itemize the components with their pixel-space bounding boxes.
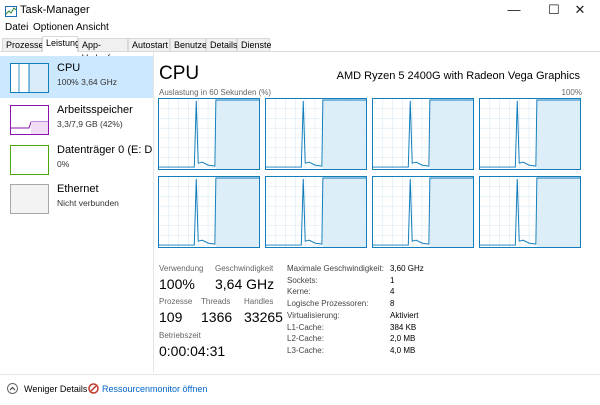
sidebar-label: Arbeitsspeicher	[57, 104, 133, 116]
tab-services[interactable]: Dienste	[237, 38, 272, 51]
detail-label: L3-Cache:	[287, 345, 324, 355]
menu-view[interactable]: Ansicht	[76, 22, 109, 33]
detail-label: Virtualisierung:	[287, 310, 340, 320]
sidebar-sublabel: 0%	[57, 159, 70, 169]
detail-label: Kerne:	[287, 287, 311, 297]
uptime-label: Betriebszeit	[159, 331, 201, 340]
menu-file[interactable]: Datei	[5, 22, 28, 33]
sidebar-item-ethernet[interactable]: Ethernet Nicht verbunden	[0, 177, 153, 219]
detail-label: Maximale Geschwindigkeit:	[287, 264, 384, 273]
threads-value: 1366	[201, 309, 233, 325]
sidebar-item-disk[interactable]: Datenträger 0 (E: D 0%	[0, 138, 153, 180]
detail-value: Aktiviert	[390, 310, 419, 320]
graph-caption: Auslastung in 60 Sekunden (%)	[159, 88, 272, 97]
tab-app-history[interactable]: App-Verlauf	[78, 38, 128, 63]
processes-label: Prozesse	[159, 297, 193, 306]
logical-processor-graph	[372, 98, 474, 170]
cpu-thumbnail-graph	[10, 63, 49, 93]
sidebar-sublabel: 3,3/7,9 GB (42%)	[57, 119, 123, 129]
resource-sidebar: CPU 100% 3,64 GHz Arbeitsspeicher 3,3/7,…	[0, 52, 154, 372]
logical-processor-graph	[158, 98, 260, 170]
sidebar-label: Datenträger 0 (E: D	[57, 144, 153, 156]
chevron-up-icon[interactable]	[7, 383, 18, 394]
sidebar-label: Ethernet	[57, 183, 99, 195]
cpu-details-list: Maximale Geschwindigkeit: 3,60 GHz Sockets…	[287, 264, 467, 364]
detail-value: 3,60 GHz	[390, 264, 424, 273]
window-title: Task-Manager	[20, 4, 90, 16]
logical-processor-graph	[265, 176, 367, 248]
tab-startup[interactable]: Autostart	[128, 38, 170, 51]
minimize-button[interactable]: —	[494, 0, 534, 20]
title-bar: Task-Manager — ☐ ✕	[0, 0, 600, 20]
tab-bar: Prozesse Leistung App-Verlauf Autostart …	[0, 36, 600, 63]
sidebar-item-memory[interactable]: Arbeitsspeicher 3,3/7,9 GB (42%)	[0, 98, 153, 140]
sidebar-label: CPU	[57, 62, 81, 74]
handles-value: 33265	[244, 309, 283, 325]
tab-details[interactable]: Details	[206, 38, 238, 51]
memory-thumbnail-graph	[10, 105, 49, 135]
handles-label: Handles	[244, 297, 274, 306]
detail-label: Logische Prozessoren:	[287, 299, 369, 309]
logical-processor-graphs	[158, 98, 586, 250]
speed-label: Geschwindigkeit	[215, 264, 274, 273]
detail-label: L2-Cache:	[287, 334, 324, 344]
logical-processor-graph	[372, 176, 474, 248]
disk-thumbnail-graph	[10, 145, 49, 175]
tab-users[interactable]: Benutzer	[170, 38, 210, 51]
detail-label: L1-Cache:	[287, 322, 324, 332]
page-title: CPU	[159, 63, 200, 84]
menu-options[interactable]: Optionen	[33, 22, 74, 33]
graph-max-label: 100%	[561, 88, 582, 97]
detail-value: 8	[390, 299, 395, 309]
resource-monitor-icon	[88, 383, 99, 394]
tab-processes[interactable]: Prozesse	[2, 38, 44, 51]
less-details-button[interactable]: Weniger Details	[24, 384, 87, 394]
detail-label: Sockets:	[287, 275, 318, 285]
footer-bar: Weniger Details Ressourcenmonitor öffnen	[0, 374, 600, 405]
detail-value: 4,0 MB	[390, 345, 416, 355]
usage-value: 100%	[159, 276, 195, 292]
close-button[interactable]: ✕	[560, 0, 600, 20]
processes-value: 109	[159, 309, 183, 325]
detail-value: 2,0 MB	[390, 334, 416, 344]
menu-bar: Datei Optionen Ansicht	[0, 20, 600, 36]
ethernet-thumbnail-graph	[10, 184, 49, 214]
usage-label: Verwendung	[159, 264, 204, 273]
logical-processor-graph	[158, 176, 260, 248]
resource-monitor-link[interactable]: Ressourcenmonitor öffnen	[102, 384, 207, 394]
sidebar-sublabel: Nicht verbunden	[57, 198, 119, 208]
detail-value: 384 KB	[390, 322, 417, 332]
logical-processor-graph	[479, 98, 581, 170]
sidebar-item-cpu[interactable]: CPU 100% 3,64 GHz	[0, 56, 153, 98]
tab-performance[interactable]: Leistung	[42, 36, 80, 52]
task-manager-icon	[5, 4, 17, 17]
threads-label: Threads	[201, 297, 231, 306]
logical-processor-graph	[265, 98, 367, 170]
detail-value: 4	[390, 287, 395, 297]
cpu-model-name: AMD Ryzen 5 2400G with Radeon Vega Graph…	[336, 70, 580, 82]
speed-value: 3,64 GHz	[215, 276, 275, 292]
detail-value: 1	[390, 275, 395, 285]
sidebar-sublabel: 100% 3,64 GHz	[57, 77, 118, 87]
logical-processor-graph	[479, 176, 581, 248]
uptime-value: 0:00:04:31	[159, 343, 226, 359]
